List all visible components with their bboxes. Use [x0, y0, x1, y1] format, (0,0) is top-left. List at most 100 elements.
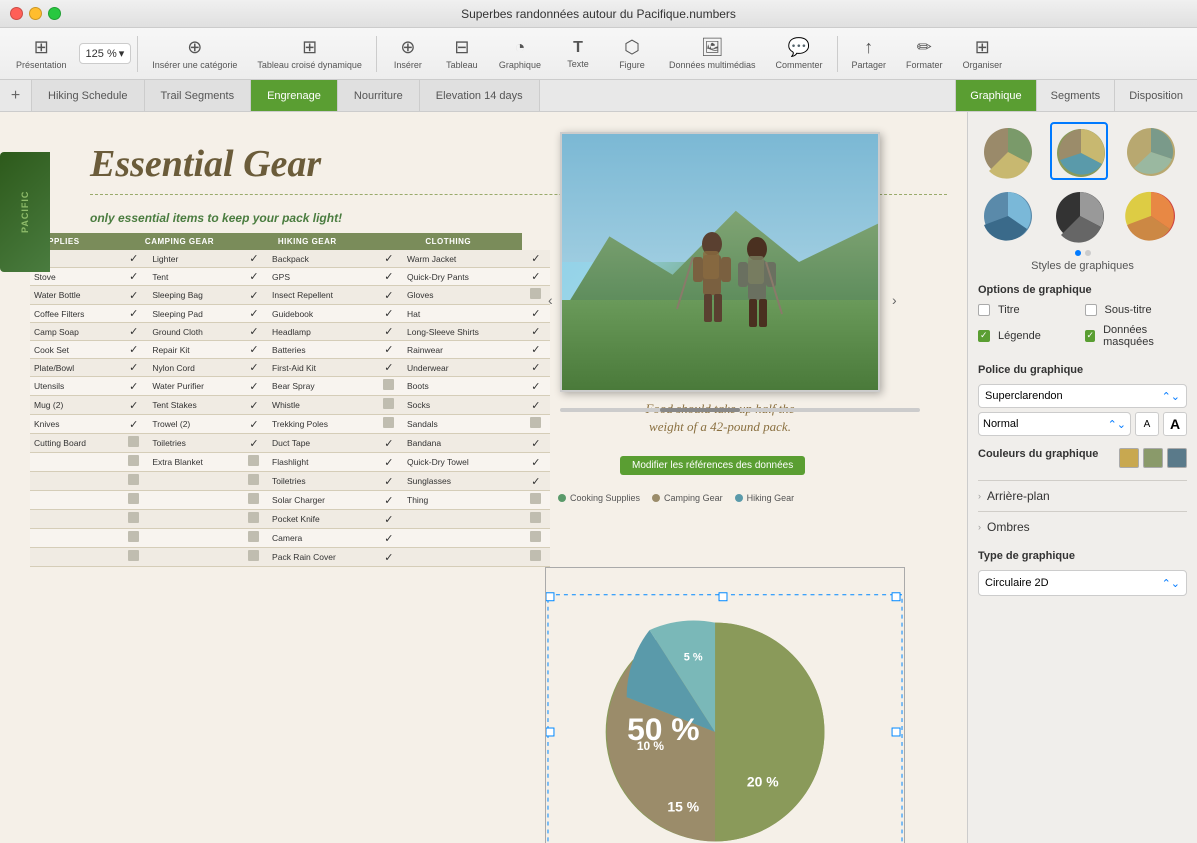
arriere-plan-section[interactable]: › Arrière-plan: [978, 480, 1187, 511]
table-check-cell[interactable]: [240, 529, 268, 548]
table-check-cell[interactable]: [119, 453, 148, 472]
chart-style-5[interactable]: [1050, 186, 1108, 244]
table-check-cell[interactable]: ✓: [522, 453, 550, 472]
table-check-cell[interactable]: ✓: [240, 286, 268, 305]
table-check-cell[interactable]: [375, 377, 403, 396]
table-check-cell[interactable]: ✓: [375, 268, 403, 286]
table-check-cell[interactable]: ✓: [375, 548, 403, 567]
table-check-cell[interactable]: ✓: [240, 434, 268, 453]
color-swatch-1[interactable]: [1119, 448, 1139, 468]
table-check-cell[interactable]: ✓: [119, 359, 148, 377]
window-controls[interactable]: [10, 7, 61, 20]
table-check-cell[interactable]: ✓: [522, 472, 550, 491]
chart-style-2[interactable]: [1050, 122, 1108, 180]
table-check-cell[interactable]: [240, 510, 268, 529]
table-check-cell[interactable]: ✓: [522, 434, 550, 453]
type-dropdown[interactable]: Circulaire 2D ⌃⌄: [978, 570, 1187, 596]
table-check-cell[interactable]: ✓: [119, 415, 148, 434]
table-check-cell[interactable]: ✓: [119, 268, 148, 286]
table-check-cell[interactable]: ✓: [375, 323, 403, 341]
tab-trail-segments[interactable]: Trail Segments: [145, 80, 252, 111]
table-check-cell[interactable]: ✓: [522, 305, 550, 323]
toolbar-graphique[interactable]: ◔ Graphique: [491, 34, 549, 73]
table-check-cell[interactable]: ✓: [375, 453, 403, 472]
toolbar-pivot[interactable]: ⊞ Tableau croisé dynamique: [249, 34, 370, 73]
color-swatch-3[interactable]: [1167, 448, 1187, 468]
table-check-cell[interactable]: ✓: [119, 250, 148, 268]
option-titre-checkbox[interactable]: [978, 304, 990, 316]
table-check-cell[interactable]: ✓: [522, 250, 550, 268]
option-sous-titre-checkbox[interactable]: [1085, 304, 1097, 316]
chart-style-3[interactable]: [1121, 122, 1179, 180]
toolbar-organiser[interactable]: ⊞ Organiser: [955, 34, 1011, 73]
font-name-select[interactable]: Superclarendon ⌃⌄: [978, 384, 1187, 408]
font-style-select[interactable]: Normal ⌃⌄: [978, 412, 1131, 436]
table-check-cell[interactable]: ✓: [240, 377, 268, 396]
tab-add-button[interactable]: +: [0, 80, 32, 111]
table-check-cell[interactable]: ✓: [240, 250, 268, 268]
toolbar-insert-category[interactable]: ⊕ Insérer une catégorie: [144, 34, 245, 73]
table-check-cell[interactable]: [119, 510, 148, 529]
table-check-cell[interactable]: ✓: [240, 415, 268, 434]
table-check-cell[interactable]: [375, 415, 403, 434]
table-check-cell[interactable]: ✓: [240, 305, 268, 323]
font-size-small-button[interactable]: A: [1135, 412, 1159, 436]
table-check-cell[interactable]: [240, 491, 268, 510]
toolbar-commenter[interactable]: 💬 Commenter: [768, 34, 831, 73]
tab-graphique-right[interactable]: Graphique: [955, 80, 1035, 111]
toolbar-zoom[interactable]: 125 % ▾: [79, 43, 132, 64]
nav-left-arrow[interactable]: ‹: [548, 292, 553, 308]
table-check-cell[interactable]: ✓: [375, 250, 403, 268]
table-check-cell[interactable]: [240, 548, 268, 567]
table-check-cell[interactable]: ✓: [240, 396, 268, 415]
table-check-cell[interactable]: [119, 434, 148, 453]
table-check-cell[interactable]: ✓: [375, 359, 403, 377]
chart-scrollbar[interactable]: [560, 407, 920, 413]
table-check-cell[interactable]: [522, 510, 550, 529]
table-check-cell[interactable]: ✓: [240, 341, 268, 359]
table-check-cell[interactable]: ✓: [240, 359, 268, 377]
table-check-cell[interactable]: [119, 491, 148, 510]
table-check-cell[interactable]: ✓: [522, 341, 550, 359]
table-check-cell[interactable]: ✓: [119, 377, 148, 396]
table-check-cell[interactable]: ✓: [375, 286, 403, 305]
table-check-cell[interactable]: ✓: [240, 268, 268, 286]
tab-nourriture[interactable]: Nourriture: [338, 80, 420, 111]
tab-segments-right[interactable]: Segments: [1036, 80, 1115, 111]
table-check-cell[interactable]: [375, 396, 403, 415]
table-check-cell[interactable]: ✓: [522, 359, 550, 377]
chart-style-6[interactable]: [1121, 186, 1179, 244]
tab-elevation[interactable]: Elevation 14 days: [420, 80, 540, 111]
table-check-cell[interactable]: ✓: [375, 305, 403, 323]
style-dot-2[interactable]: [1085, 250, 1091, 256]
table-check-cell[interactable]: [522, 415, 550, 434]
table-check-cell[interactable]: ✓: [119, 341, 148, 359]
tab-engrenage[interactable]: Engrenage: [251, 80, 338, 111]
tab-disposition-right[interactable]: Disposition: [1114, 80, 1197, 111]
table-check-cell[interactable]: ✓: [119, 396, 148, 415]
table-check-cell[interactable]: [119, 472, 148, 491]
table-check-cell[interactable]: ✓: [119, 286, 148, 305]
option-donnees-checkbox[interactable]: [1085, 330, 1096, 342]
tab-hiking-schedule[interactable]: Hiking Schedule: [32, 80, 145, 111]
table-check-cell[interactable]: ✓: [375, 341, 403, 359]
table-check-cell[interactable]: ✓: [119, 305, 148, 323]
table-check-cell[interactable]: [522, 529, 550, 548]
toolbar-formater[interactable]: ✏ Formater: [898, 34, 951, 73]
nav-right-arrow[interactable]: ›: [892, 292, 897, 308]
table-check-cell[interactable]: ✓: [240, 323, 268, 341]
table-check-cell[interactable]: [119, 529, 148, 548]
font-size-large-button[interactable]: A: [1163, 412, 1187, 436]
table-check-cell[interactable]: ✓: [119, 323, 148, 341]
maximize-button[interactable]: [48, 7, 61, 20]
table-check-cell[interactable]: ✓: [375, 491, 403, 510]
color-swatch-2[interactable]: [1143, 448, 1163, 468]
table-check-cell[interactable]: ✓: [375, 434, 403, 453]
table-check-cell[interactable]: ✓: [522, 396, 550, 415]
table-check-cell[interactable]: [522, 286, 550, 305]
close-button[interactable]: [10, 7, 23, 20]
table-check-cell[interactable]: [522, 548, 550, 567]
table-check-cell[interactable]: [240, 472, 268, 491]
chart-area[interactable]: 50 % 20 % 15 % 10 % 5 %: [545, 567, 905, 843]
table-check-cell[interactable]: ✓: [375, 529, 403, 548]
